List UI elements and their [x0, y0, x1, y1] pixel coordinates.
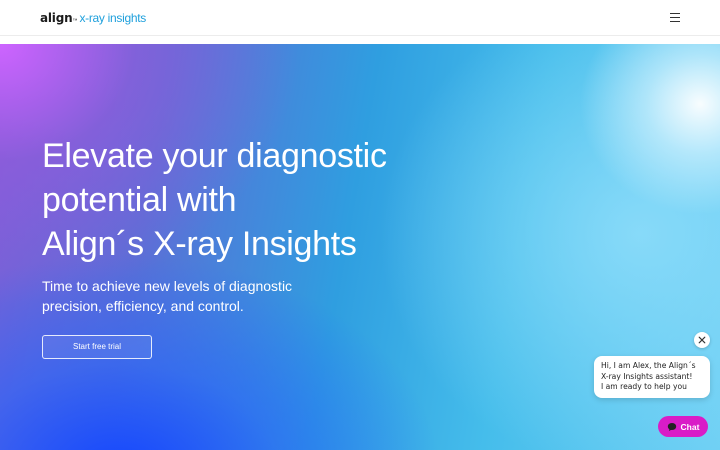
hero-subtitle-line: precision, efficiency, and control. — [42, 298, 244, 314]
close-chat-button[interactable] — [694, 332, 710, 348]
hamburger-menu-icon[interactable] — [670, 13, 680, 22]
hero-title-line: potential with — [42, 181, 237, 219]
chat-button-label: Chat — [680, 421, 700, 432]
hero-title-line: Elevate your diagnostic — [42, 137, 387, 175]
align-xray-insights-logo[interactable]: align ™ x-ray insights — [40, 11, 146, 25]
chat-greeting-bubble[interactable]: Hi, I am Alex, the Align´s X-ray Insight… — [594, 356, 710, 398]
hero-title-line: Align´s X-ray Insights — [42, 225, 357, 263]
close-icon — [698, 336, 706, 344]
hero-subtitle-line: Time to achieve new levels of diagnostic — [42, 278, 293, 294]
hero-title: Elevate your diagnostic potential with A… — [42, 134, 512, 266]
site-header: align ™ x-ray insights — [0, 0, 720, 36]
chat-bubble-icon — [667, 422, 676, 431]
chat-button[interactable]: Chat — [658, 416, 708, 437]
start-free-trial-button[interactable]: Start free trial — [42, 335, 152, 359]
logo-product-text: x-ray insights — [79, 10, 146, 25]
chat-message-line: I am ready to help you — [601, 382, 687, 391]
logo-brand-text: align — [40, 10, 73, 25]
chat-message-line: X-ray Insights assistant! — [601, 371, 693, 381]
chat-message-line: Hi, I am Alex, the Align´s — [601, 361, 696, 370]
hero-subtitle: Time to achieve new levels of diagnostic… — [42, 276, 342, 316]
logo-trademark: ™ — [72, 17, 78, 24]
